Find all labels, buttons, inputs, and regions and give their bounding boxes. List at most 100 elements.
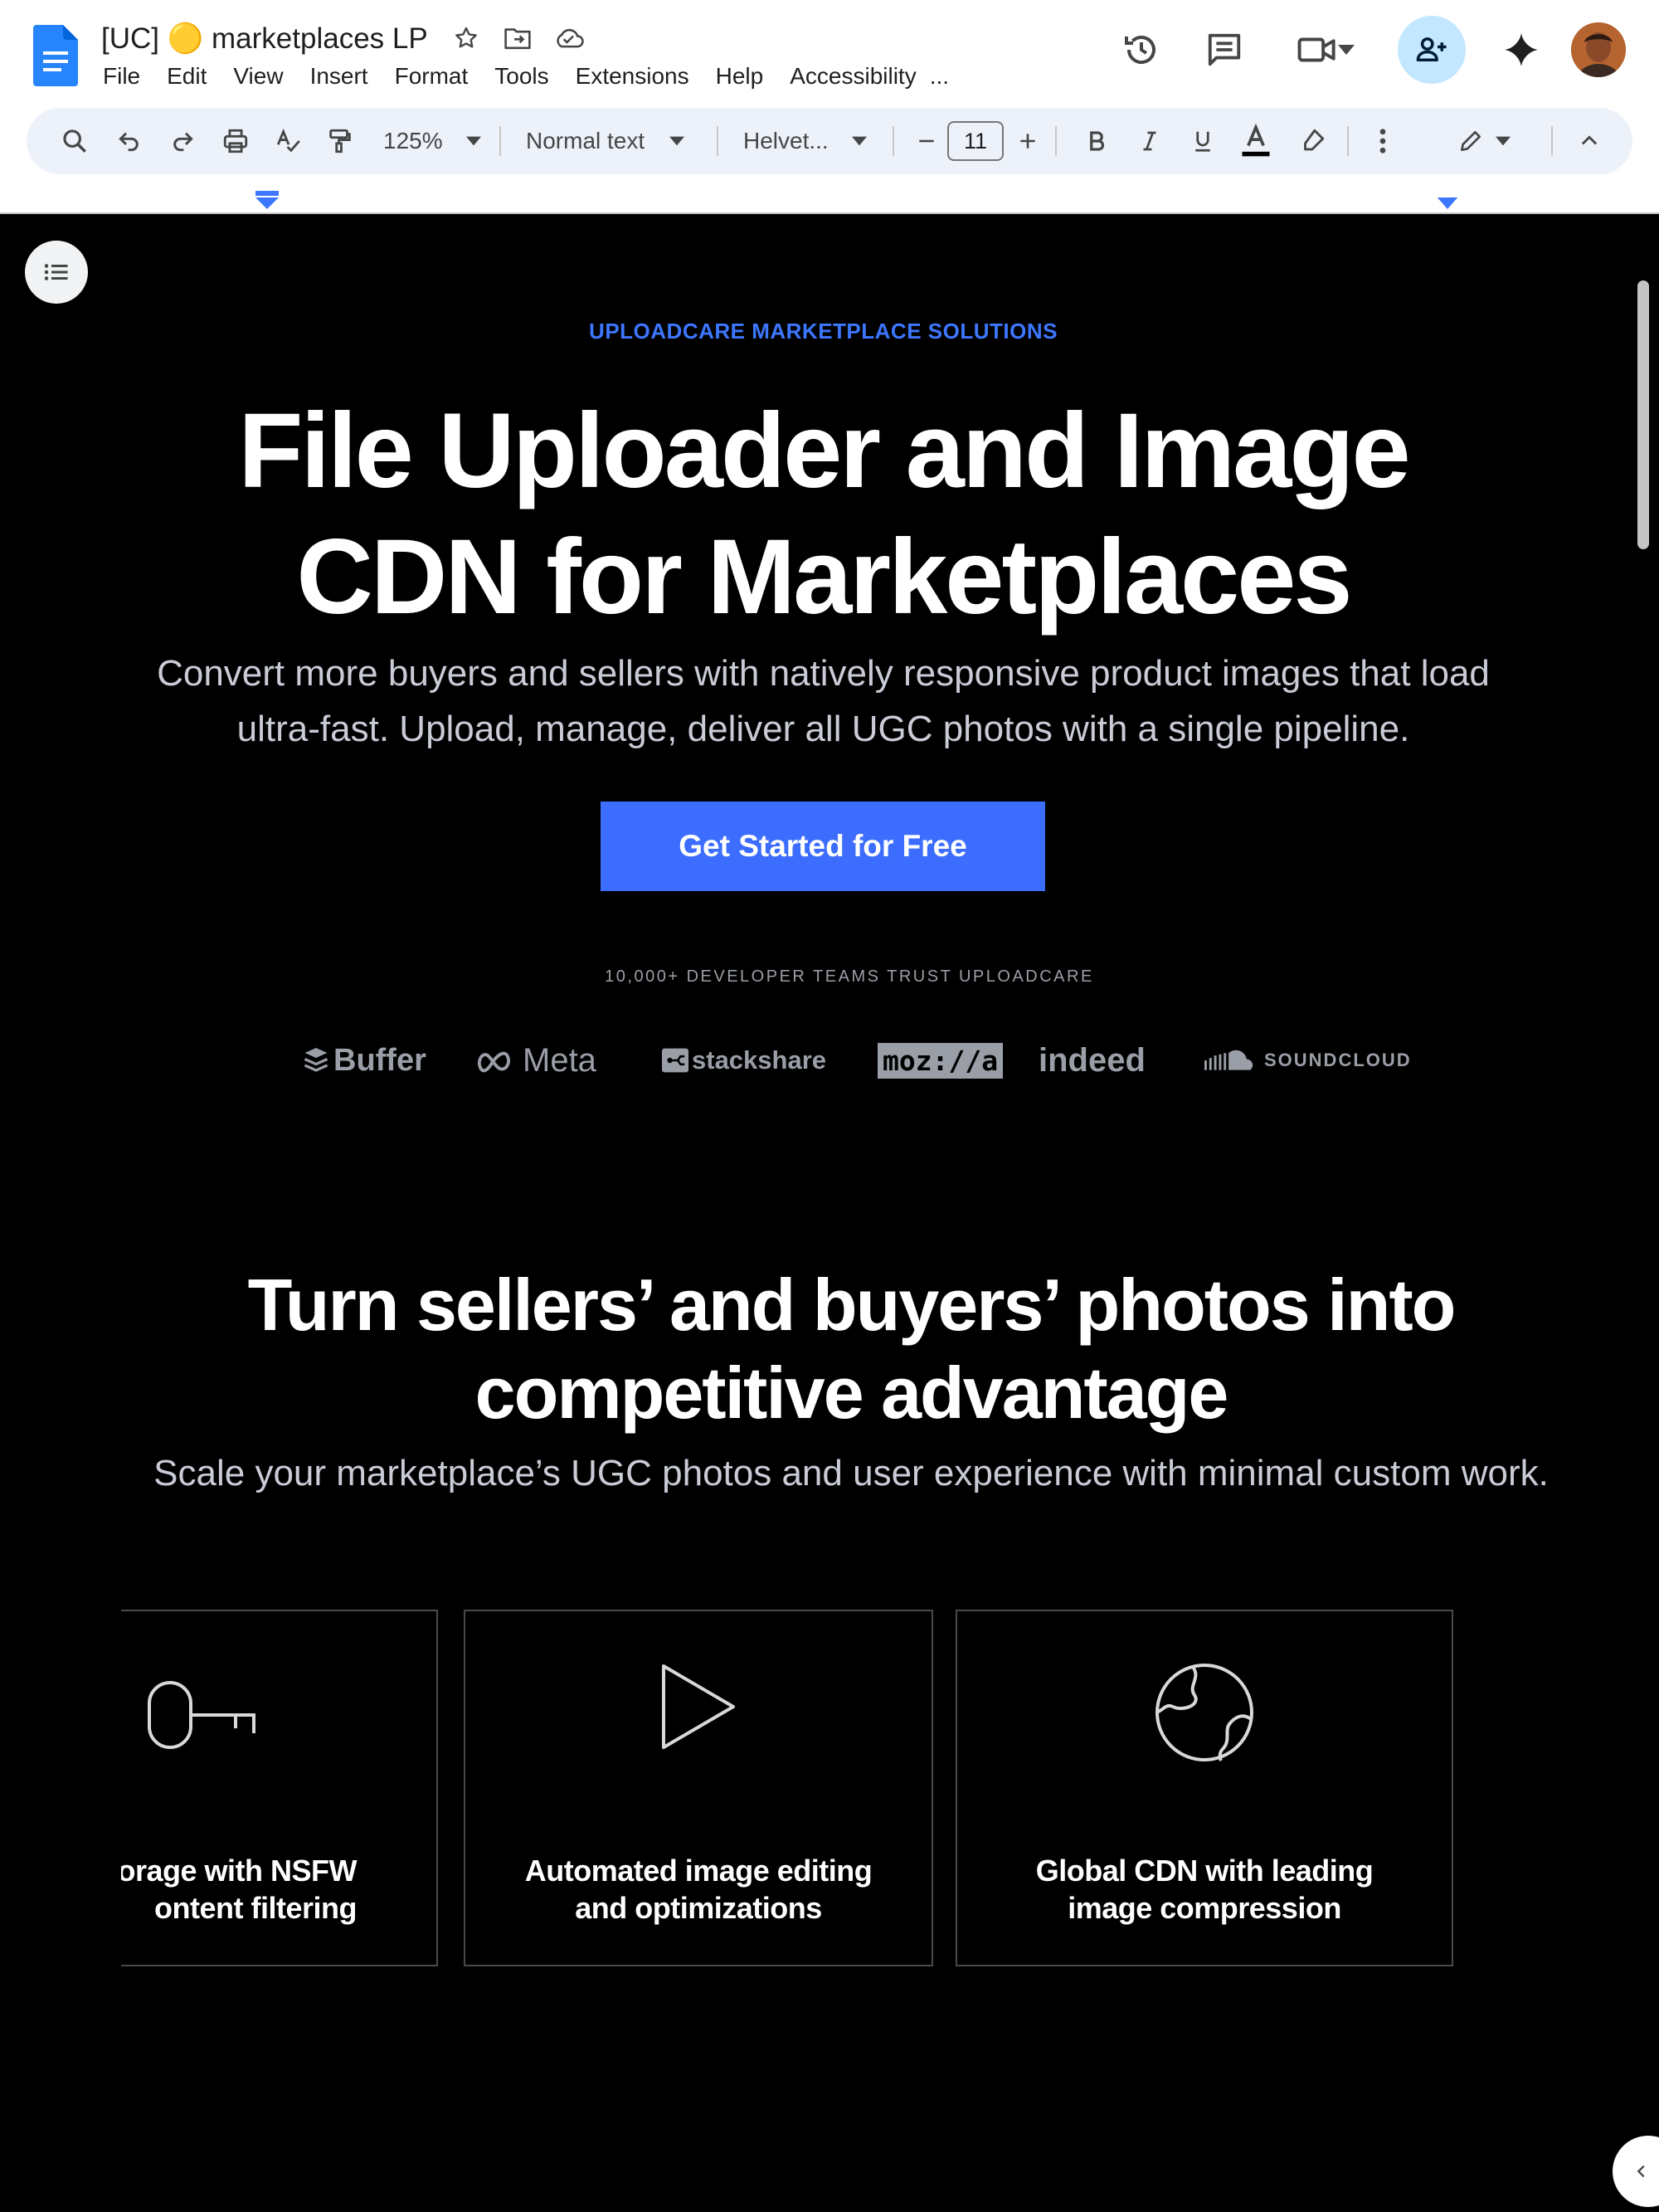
comments-icon[interactable] xyxy=(1199,27,1249,73)
feature-card[interactable]: Global CDN with leading image compressio… xyxy=(956,1610,1453,1966)
feature-card-line: image compression xyxy=(1068,1891,1341,1925)
globe-icon xyxy=(1155,1664,1253,1761)
play-icon xyxy=(662,1664,735,1749)
menu-accessibility[interactable]: Accessibility xyxy=(776,63,929,90)
text-color-icon[interactable] xyxy=(1231,108,1281,174)
chevron-left-icon xyxy=(1637,2165,1645,2178)
spell-check-icon[interactable] xyxy=(265,108,312,174)
decrease-font-size-icon[interactable] xyxy=(906,108,947,174)
menu-edit[interactable]: Edit xyxy=(153,63,220,90)
document-canvas[interactable]: UPLOADCARE MARKETPLACE SOLUTIONS File Up… xyxy=(0,214,1659,2212)
editing-mode-select[interactable] xyxy=(1447,108,1521,174)
feature-card-text: Automated image editing and optimization… xyxy=(465,1852,932,1927)
chevron-down-icon xyxy=(465,136,481,146)
menu-format[interactable]: Format xyxy=(382,63,482,90)
font-size-field[interactable]: 11 xyxy=(944,108,1007,174)
menu-insert[interactable]: Insert xyxy=(297,63,382,90)
paragraph-style-select[interactable]: Normal text xyxy=(518,108,725,174)
meta-logo: Meta xyxy=(476,1035,596,1085)
bold-icon[interactable] xyxy=(1073,108,1120,174)
menu-view[interactable]: View xyxy=(220,63,296,90)
move-to-folder-icon[interactable] xyxy=(498,18,538,58)
version-history-icon[interactable] xyxy=(1117,27,1166,73)
feature-card-text: storage with NSFW ontent filtering xyxy=(121,1852,498,1927)
increase-font-size-icon[interactable] xyxy=(1007,108,1048,174)
formatting-toolbar: 125% Normal text Helvet... 11 xyxy=(27,108,1632,174)
stackshare-logo: stackshare xyxy=(662,1035,826,1085)
toolbar-divider xyxy=(1055,126,1057,156)
undo-icon[interactable] xyxy=(106,108,153,174)
stackshare-logo-text: stackshare xyxy=(692,1045,827,1074)
toolbar-divider xyxy=(1551,126,1553,156)
indeed-logo-text: indeed xyxy=(1039,1041,1146,1079)
soundcloud-logo-text: SOUNDCLOUD xyxy=(1264,1050,1412,1070)
right-indent-marker-icon[interactable] xyxy=(1437,197,1458,209)
feature-card[interactable]: storage with NSFW ontent filtering xyxy=(121,1610,438,1966)
menu-more[interactable]: ... xyxy=(930,63,962,90)
buffer-logo: Buffer xyxy=(304,1035,426,1085)
more-options-icon[interactable] xyxy=(1362,108,1404,174)
collapse-menus-icon[interactable] xyxy=(1566,108,1613,174)
paint-format-icon[interactable] xyxy=(317,108,363,174)
left-indent-marker-icon[interactable] xyxy=(255,191,279,209)
underline-icon[interactable] xyxy=(1180,108,1226,174)
menu-bar: File Edit View Insert Format Tools Exten… xyxy=(90,58,962,95)
chevron-down-icon xyxy=(669,136,685,146)
feature-card-line: ontent filtering xyxy=(154,1891,357,1925)
document-title[interactable]: [UC] 🟡 marketplaces LP xyxy=(101,22,428,56)
menu-file[interactable]: File xyxy=(90,63,153,90)
zoom-select[interactable]: 125% xyxy=(375,108,514,174)
get-started-button[interactable]: Get Started for Free xyxy=(601,801,1045,891)
buffer-logo-text: Buffer xyxy=(333,1042,426,1078)
video-call-icon[interactable] xyxy=(1291,27,1360,73)
italic-icon[interactable] xyxy=(1126,108,1173,174)
key-icon xyxy=(148,1681,255,1749)
feature-card-line: Global CDN with leading xyxy=(1035,1854,1374,1888)
menu-tools[interactable]: Tools xyxy=(481,63,562,90)
zoom-value: 125% xyxy=(383,128,443,153)
star-icon[interactable] xyxy=(446,18,486,58)
document-outline-button[interactable] xyxy=(25,241,88,304)
mozilla-logo-text: moz://a xyxy=(878,1042,1004,1079)
pencil-icon xyxy=(1461,131,1481,151)
menu-extensions[interactable]: Extensions xyxy=(562,63,703,90)
hero-eyebrow: UPLOADCARE MARKETPLACE SOLUTIONS xyxy=(589,319,1058,343)
ruler[interactable] xyxy=(0,174,1659,214)
print-icon[interactable] xyxy=(212,108,259,174)
google-docs-logo-icon[interactable] xyxy=(33,25,78,86)
meta-logo-text: Meta xyxy=(523,1041,596,1079)
feature-card-line: Automated image editing xyxy=(524,1854,873,1888)
search-menus-icon[interactable] xyxy=(51,108,98,174)
chevron-down-icon xyxy=(1338,45,1355,55)
menu-help[interactable]: Help xyxy=(703,63,777,90)
highlight-color-icon[interactable] xyxy=(1287,108,1337,174)
redo-icon[interactable] xyxy=(159,108,206,174)
add-person-icon[interactable] xyxy=(1398,16,1466,84)
font-family-select[interactable]: Helvet... xyxy=(735,108,909,174)
feature-card[interactable]: Automated image editing and optimization… xyxy=(464,1610,933,1966)
mozilla-logo: moz://a xyxy=(878,1035,1004,1085)
feature-card-line: storage with NSFW xyxy=(121,1854,358,1888)
buffer-stack-icon xyxy=(304,1048,328,1072)
gemini-sparkle-icon[interactable] xyxy=(1498,27,1545,73)
title-row: [UC] 🟡 marketplaces LP xyxy=(101,18,589,58)
feature-card-line: and optimizations xyxy=(575,1891,822,1925)
stackshare-icon xyxy=(662,1048,688,1073)
toolbar-divider xyxy=(1347,126,1349,156)
chevron-down-icon xyxy=(1496,136,1511,146)
hero-title: File Uploader and Image CDN for Marketpl… xyxy=(238,392,1410,636)
side-panel-toggle[interactable] xyxy=(1613,2136,1659,2207)
soundcloud-logo: SOUNDCLOUD xyxy=(1204,1035,1412,1085)
section-title: Turn sellers’ and buyers’ photos into co… xyxy=(247,1264,1457,1434)
font-family-value: Helvet... xyxy=(743,128,829,153)
feature-card-text: Global CDN with leading image compressio… xyxy=(957,1852,1452,1927)
toolbar-divider xyxy=(717,126,718,156)
font-size-value[interactable]: 11 xyxy=(947,121,1004,161)
avatar[interactable] xyxy=(1571,22,1626,77)
feature-carousel[interactable]: storage with NSFW ontent filtering Autom… xyxy=(121,1610,1659,1975)
meta-infinity-icon xyxy=(477,1051,510,1073)
trust-caption: 10,000+ DEVELOPER TEAMS TRUST UPLOADCARE xyxy=(605,967,1094,986)
indeed-logo: indeed xyxy=(1039,1035,1146,1085)
toolbar-divider xyxy=(893,126,894,156)
cloud-saved-icon[interactable] xyxy=(549,18,589,58)
